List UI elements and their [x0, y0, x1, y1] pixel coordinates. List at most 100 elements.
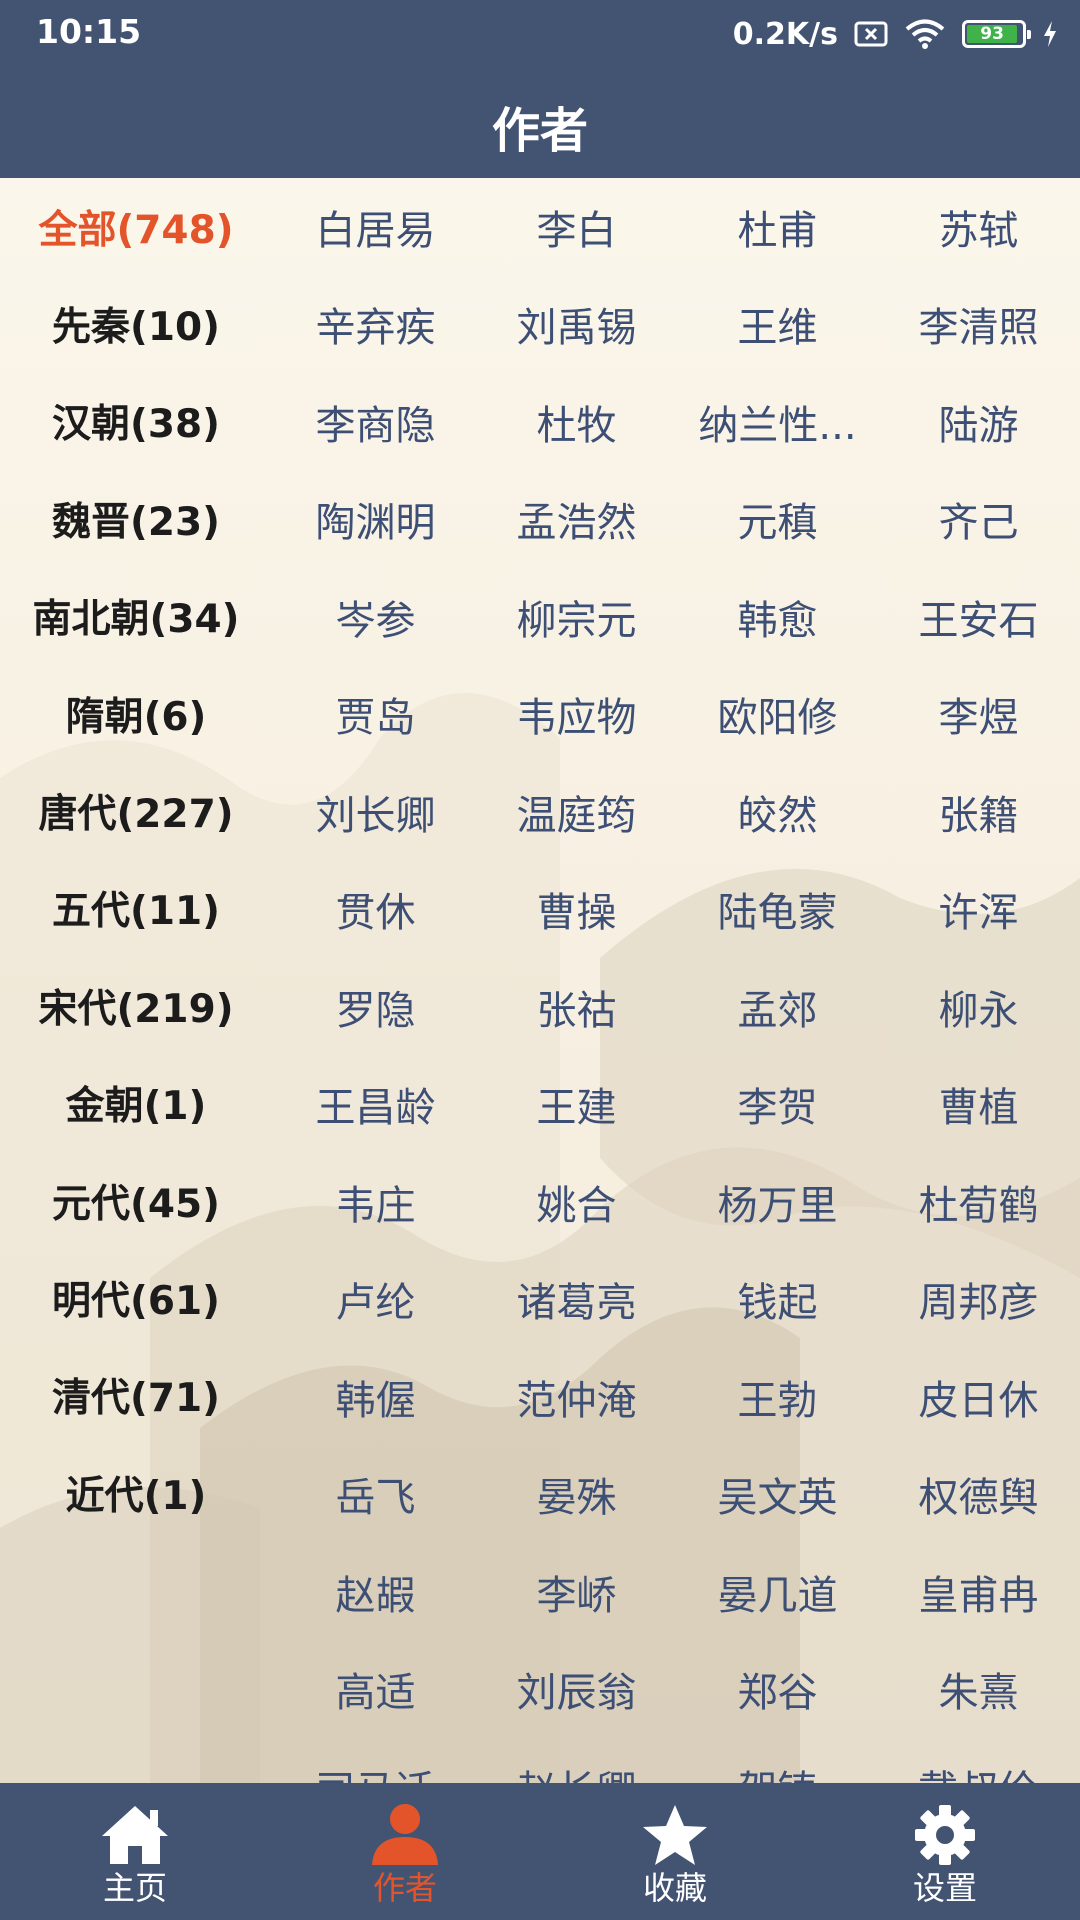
- author-item[interactable]: 元稹: [677, 471, 878, 569]
- author-item[interactable]: 杨万里: [677, 1153, 878, 1251]
- author-item[interactable]: 皎然: [677, 763, 878, 861]
- author-item[interactable]: 张籍: [878, 763, 1079, 861]
- author-item[interactable]: 晏殊: [476, 1446, 677, 1544]
- author-item[interactable]: 晏几道: [677, 1543, 878, 1641]
- author-item[interactable]: 贺铸: [677, 1738, 878, 1783]
- nav-favorites-label: 收藏: [642, 1869, 707, 1907]
- gear-icon: [913, 1803, 977, 1867]
- dynasty-item[interactable]: 汉朝(38): [0, 373, 272, 470]
- nav-home-label: 主页: [102, 1869, 167, 1907]
- author-item[interactable]: 柳永: [878, 958, 1079, 1056]
- author-item[interactable]: 贯休: [275, 861, 476, 959]
- author-item[interactable]: 刘禹锡: [476, 276, 677, 374]
- author-item[interactable]: 李白: [476, 178, 677, 276]
- author-item[interactable]: 岳飞: [275, 1446, 476, 1544]
- author-item[interactable]: 朱熹: [878, 1641, 1079, 1739]
- author-item[interactable]: 皮日休: [878, 1348, 1079, 1446]
- author-item[interactable]: 周邦彦: [878, 1251, 1079, 1349]
- author-item[interactable]: 杜荀鹤: [878, 1153, 1079, 1251]
- author-item[interactable]: 王勃: [677, 1348, 878, 1446]
- author-item[interactable]: 杜甫: [677, 178, 878, 276]
- author-item[interactable]: 孟浩然: [476, 471, 677, 569]
- nav-home[interactable]: 主页: [0, 1783, 270, 1920]
- status-time: 10:15: [36, 12, 142, 51]
- dynasty-item[interactable]: 五代(11): [0, 860, 272, 957]
- author-item[interactable]: 李煜: [878, 666, 1079, 764]
- nav-favorites[interactable]: 收藏: [540, 1783, 810, 1920]
- author-item[interactable]: 王昌龄: [275, 1056, 476, 1154]
- author-item[interactable]: 李清照: [878, 276, 1079, 374]
- author-item[interactable]: 纳兰性...: [677, 373, 878, 471]
- dynasty-item[interactable]: 唐代(227): [0, 762, 272, 859]
- author-item[interactable]: 孟郊: [677, 958, 878, 1056]
- author-item[interactable]: 曹操: [476, 861, 677, 959]
- author-item[interactable]: 陆游: [878, 373, 1079, 471]
- dynasty-item[interactable]: 全部(748): [0, 178, 272, 275]
- no-sim-icon: [854, 21, 888, 47]
- author-item[interactable]: 王安石: [878, 568, 1079, 666]
- author-item[interactable]: 韩愈: [677, 568, 878, 666]
- dynasty-item[interactable]: 先秦(10): [0, 275, 272, 372]
- status-bar: 10:15 0.2K/s 93: [0, 0, 1080, 70]
- dynasty-item[interactable]: 元代(45): [0, 1152, 272, 1249]
- author-item[interactable]: 罗隐: [275, 958, 476, 1056]
- author-item[interactable]: 皇甫冉: [878, 1543, 1079, 1641]
- star-icon: [640, 1803, 710, 1867]
- author-item[interactable]: 齐己: [878, 471, 1079, 569]
- author-item[interactable]: 卢纶: [275, 1251, 476, 1349]
- author-item[interactable]: 李峤: [476, 1543, 677, 1641]
- author-item[interactable]: 刘长卿: [275, 763, 476, 861]
- home-icon: [100, 1803, 170, 1867]
- author-item[interactable]: 李商隐: [275, 373, 476, 471]
- author-item[interactable]: 赵嘏: [275, 1543, 476, 1641]
- author-item[interactable]: 杜牧: [476, 373, 677, 471]
- author-item[interactable]: 钱起: [677, 1251, 878, 1349]
- content-area[interactable]: 全部(748) 先秦(10) 汉朝(38) 魏晋(23) 南北朝(34) 隋朝(6) 唐代(…: [0, 178, 1080, 1783]
- author-item[interactable]: 张祜: [476, 958, 677, 1056]
- nav-settings[interactable]: 设置: [810, 1783, 1080, 1920]
- author-item[interactable]: 柳宗元: [476, 568, 677, 666]
- status-icons: 0.2K/s 93: [733, 14, 1058, 54]
- title-bar: 作者: [0, 70, 1080, 178]
- author-item[interactable]: 许浑: [878, 861, 1079, 959]
- author-item[interactable]: 王建: [476, 1056, 677, 1154]
- nav-author[interactable]: 作者: [270, 1783, 540, 1920]
- author-item[interactable]: 郑谷: [677, 1641, 878, 1739]
- author-item[interactable]: 韦应物: [476, 666, 677, 764]
- author-item[interactable]: 戴叔伦: [878, 1738, 1079, 1783]
- author-item[interactable]: 苏轼: [878, 178, 1079, 276]
- author-item[interactable]: 刘辰翁: [476, 1641, 677, 1739]
- dynasty-item[interactable]: 宋代(219): [0, 957, 272, 1054]
- author-item[interactable]: 诸葛亮: [476, 1251, 677, 1349]
- author-item[interactable]: 曹植: [878, 1056, 1079, 1154]
- author-item[interactable]: 姚合: [476, 1153, 677, 1251]
- author-item[interactable]: 岑参: [275, 568, 476, 666]
- author-item[interactable]: 贾岛: [275, 666, 476, 764]
- author-item[interactable]: 李贺: [677, 1056, 878, 1154]
- dynasty-item[interactable]: 明代(61): [0, 1249, 272, 1346]
- author-item[interactable]: 赵长卿: [476, 1738, 677, 1783]
- dynasty-item[interactable]: 金朝(1): [0, 1055, 272, 1152]
- battery-fill: 93: [967, 24, 1018, 44]
- author-item[interactable]: 辛弃疾: [275, 276, 476, 374]
- author-item[interactable]: 温庭筠: [476, 763, 677, 861]
- battery-level: 93: [980, 24, 1004, 44]
- author-item[interactable]: 司马迁: [275, 1738, 476, 1783]
- author-item[interactable]: 吴文英: [677, 1446, 878, 1544]
- dynasty-item[interactable]: 南北朝(34): [0, 568, 272, 665]
- dynasty-item[interactable]: 清代(71): [0, 1347, 272, 1444]
- author-item[interactable]: 范仲淹: [476, 1348, 677, 1446]
- author-item[interactable]: 韩偓: [275, 1348, 476, 1446]
- author-item[interactable]: 高适: [275, 1641, 476, 1739]
- author-item[interactable]: 欧阳修: [677, 666, 878, 764]
- author-item[interactable]: 王维: [677, 276, 878, 374]
- dynasty-item[interactable]: 近代(1): [0, 1444, 272, 1541]
- dynasty-item[interactable]: 隋朝(6): [0, 665, 272, 762]
- nav-author-label: 作者: [372, 1869, 437, 1907]
- dynasty-item[interactable]: 魏晋(23): [0, 470, 272, 567]
- author-item[interactable]: 白居易: [275, 178, 476, 276]
- author-item[interactable]: 韦庄: [275, 1153, 476, 1251]
- author-item[interactable]: 陆龟蒙: [677, 861, 878, 959]
- author-item[interactable]: 权德舆: [878, 1446, 1079, 1544]
- author-item[interactable]: 陶渊明: [275, 471, 476, 569]
